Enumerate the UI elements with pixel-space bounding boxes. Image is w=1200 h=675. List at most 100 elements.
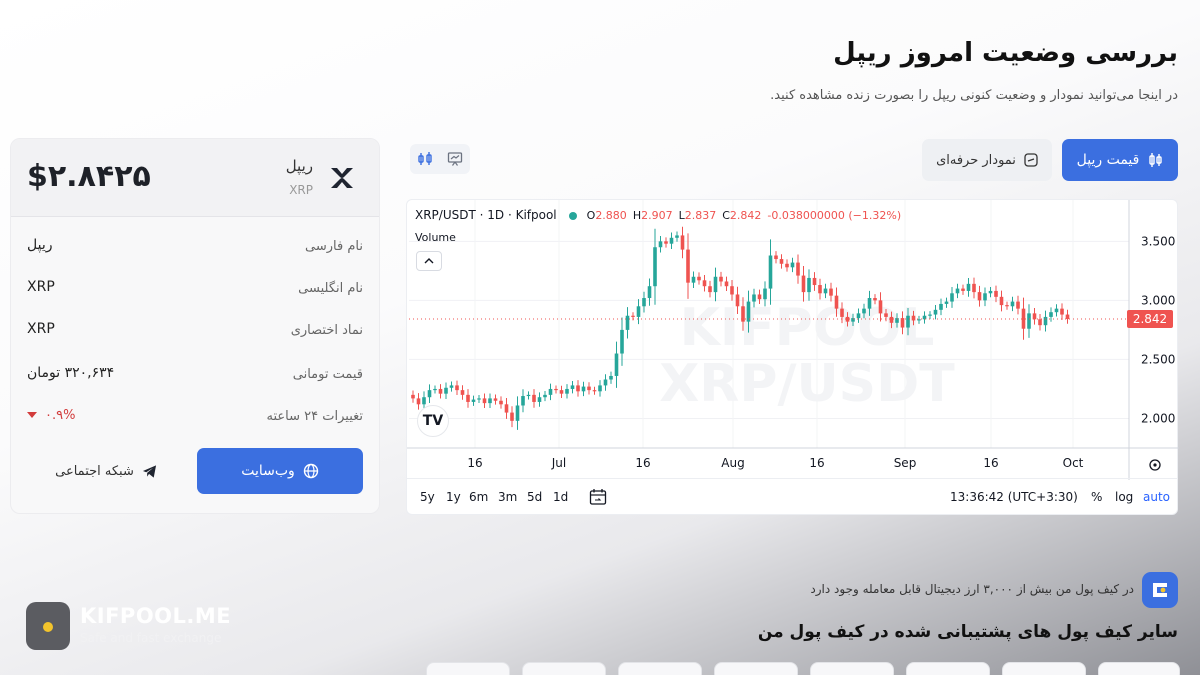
candle-body [653, 247, 657, 287]
candlestick-chart[interactable]: 3.500 3.000 2.500 2.000 16 Jul 16 Aug 16 Sep 16 Oct [407, 200, 1179, 480]
brand-tagline: Safe and fast exchange [80, 631, 222, 645]
candle-body [834, 295, 839, 309]
candle-body [752, 294, 756, 302]
x-tick-label: Oct [1063, 456, 1084, 470]
candle-body [955, 288, 960, 294]
chevron-up-icon [424, 258, 434, 264]
candle-body [840, 308, 844, 317]
timeframe-5y[interactable]: 5y [420, 490, 435, 504]
wallet-card-stub[interactable] [618, 662, 702, 675]
candle-body [449, 385, 454, 388]
candle-body [631, 315, 635, 317]
social-network-button[interactable]: شبکه اجتماعی [41, 458, 171, 484]
coin-card-header: $۲.۸۴۲۵ ریپل XRP [11, 139, 379, 217]
candle-body [603, 379, 608, 386]
candle-body [801, 275, 806, 293]
candle-body [625, 315, 630, 330]
tradingview-logo[interactable]: TV [417, 405, 449, 437]
y-tick-label: 3.500 [1141, 234, 1175, 248]
candle-body [438, 388, 443, 394]
candle-body [724, 281, 729, 287]
percent-scale-toggle[interactable]: % [1091, 490, 1102, 504]
candle-body [499, 400, 503, 405]
candle-body [702, 280, 707, 287]
tab-xrp-price[interactable]: قیمت ریپل [1062, 139, 1178, 181]
candle-body [493, 398, 498, 401]
collapse-legend-button[interactable] [416, 251, 442, 271]
info-label: قیمت تومانی [292, 367, 363, 382]
candle-body [994, 290, 998, 297]
wallet-card-stub[interactable] [906, 662, 990, 675]
current-price-tag: 2.842 [1127, 310, 1173, 329]
candle-body [460, 390, 465, 395]
info-label: نام فارسی [305, 239, 363, 254]
candle-body [1060, 308, 1064, 315]
x-tick-label: 16 [809, 456, 824, 470]
candle-body [933, 309, 938, 315]
candle-body [873, 298, 877, 301]
candle-body [647, 286, 652, 299]
candle-body [598, 385, 602, 392]
candle-body [796, 262, 800, 276]
info-row-symbol: نماد اختصاری XRP [27, 317, 363, 347]
coin-symbol: XRP [289, 183, 313, 197]
candle-body [1054, 308, 1059, 313]
candle-body [730, 286, 734, 295]
auto-scale-toggle[interactable]: auto [1143, 490, 1170, 504]
timeframe-6m[interactable]: 6m [469, 490, 488, 504]
candle-body [983, 293, 987, 301]
wallet-card-stub[interactable] [810, 662, 894, 675]
tab-pro-chart[interactable]: نمودار حرفه‌ای [922, 139, 1052, 181]
candle-body [708, 286, 712, 293]
candle-body [735, 294, 740, 307]
wallet-card-stub[interactable] [1002, 662, 1086, 675]
coin-price: $۲.۸۴۲۵ [27, 159, 151, 194]
change-value: ۰.۹% [27, 407, 75, 423]
candle-body [713, 276, 718, 293]
candle-body [845, 316, 850, 322]
globe-icon [303, 463, 318, 479]
info-value: XRP [27, 321, 55, 337]
candle-body [1065, 314, 1070, 320]
candle-body [999, 296, 1004, 306]
timeframe-3m[interactable]: 3m [498, 490, 517, 504]
candle-body [768, 255, 773, 289]
low-value: 2.837 [684, 209, 717, 222]
y-tick-label: 2.000 [1141, 411, 1175, 425]
wallet-card-stub[interactable] [426, 662, 510, 675]
candle-body [422, 397, 426, 405]
candle-body [543, 394, 547, 398]
timeframe-5d[interactable]: 5d [527, 490, 542, 504]
candle-body [620, 329, 624, 354]
promo-text: در کیف پول من بیش از ۳,۰۰۰ ارز دیجیتال ق… [810, 582, 1134, 596]
close-value: 2.842 [729, 209, 762, 222]
telegram-icon [142, 464, 156, 478]
candle-body [763, 288, 767, 300]
presentation-chart-icon[interactable] [447, 151, 463, 167]
chart-box-icon [1024, 153, 1038, 167]
info-label: نماد اختصاری [290, 323, 363, 338]
down-arrow-icon [27, 412, 37, 418]
candle-body [1021, 308, 1026, 329]
info-row-persian-name: نام فارسی ریپل [27, 233, 363, 263]
candle-body [928, 314, 932, 316]
candle-body [972, 283, 976, 293]
website-button[interactable]: وب‌سایت [197, 448, 363, 494]
candle-body [482, 398, 487, 404]
candle-body [950, 293, 954, 302]
timeframe-1d[interactable]: 1d [553, 490, 568, 504]
candles-icon[interactable] [417, 151, 433, 167]
wallet-card-stub[interactable] [714, 662, 798, 675]
kifpool-app-icon [1142, 572, 1178, 608]
info-label: نام انگلیسی [298, 281, 363, 296]
candle-body [906, 315, 910, 328]
date-range-icon[interactable] [589, 488, 607, 506]
wallet-card-stub[interactable] [1098, 662, 1180, 675]
change-percent: ۰.۹% [45, 408, 76, 423]
price-chart-panel[interactable]: KIFPOOL XRP/USDT 3.500 3.000 2.500 2.000 16 J… [406, 199, 1179, 515]
wallet-card-stub[interactable] [522, 662, 606, 675]
chart-type-toggle[interactable] [410, 144, 470, 174]
timeframe-1y[interactable]: 1y [446, 490, 461, 504]
log-scale-toggle[interactable]: log [1115, 490, 1133, 504]
candle-body [790, 262, 795, 268]
